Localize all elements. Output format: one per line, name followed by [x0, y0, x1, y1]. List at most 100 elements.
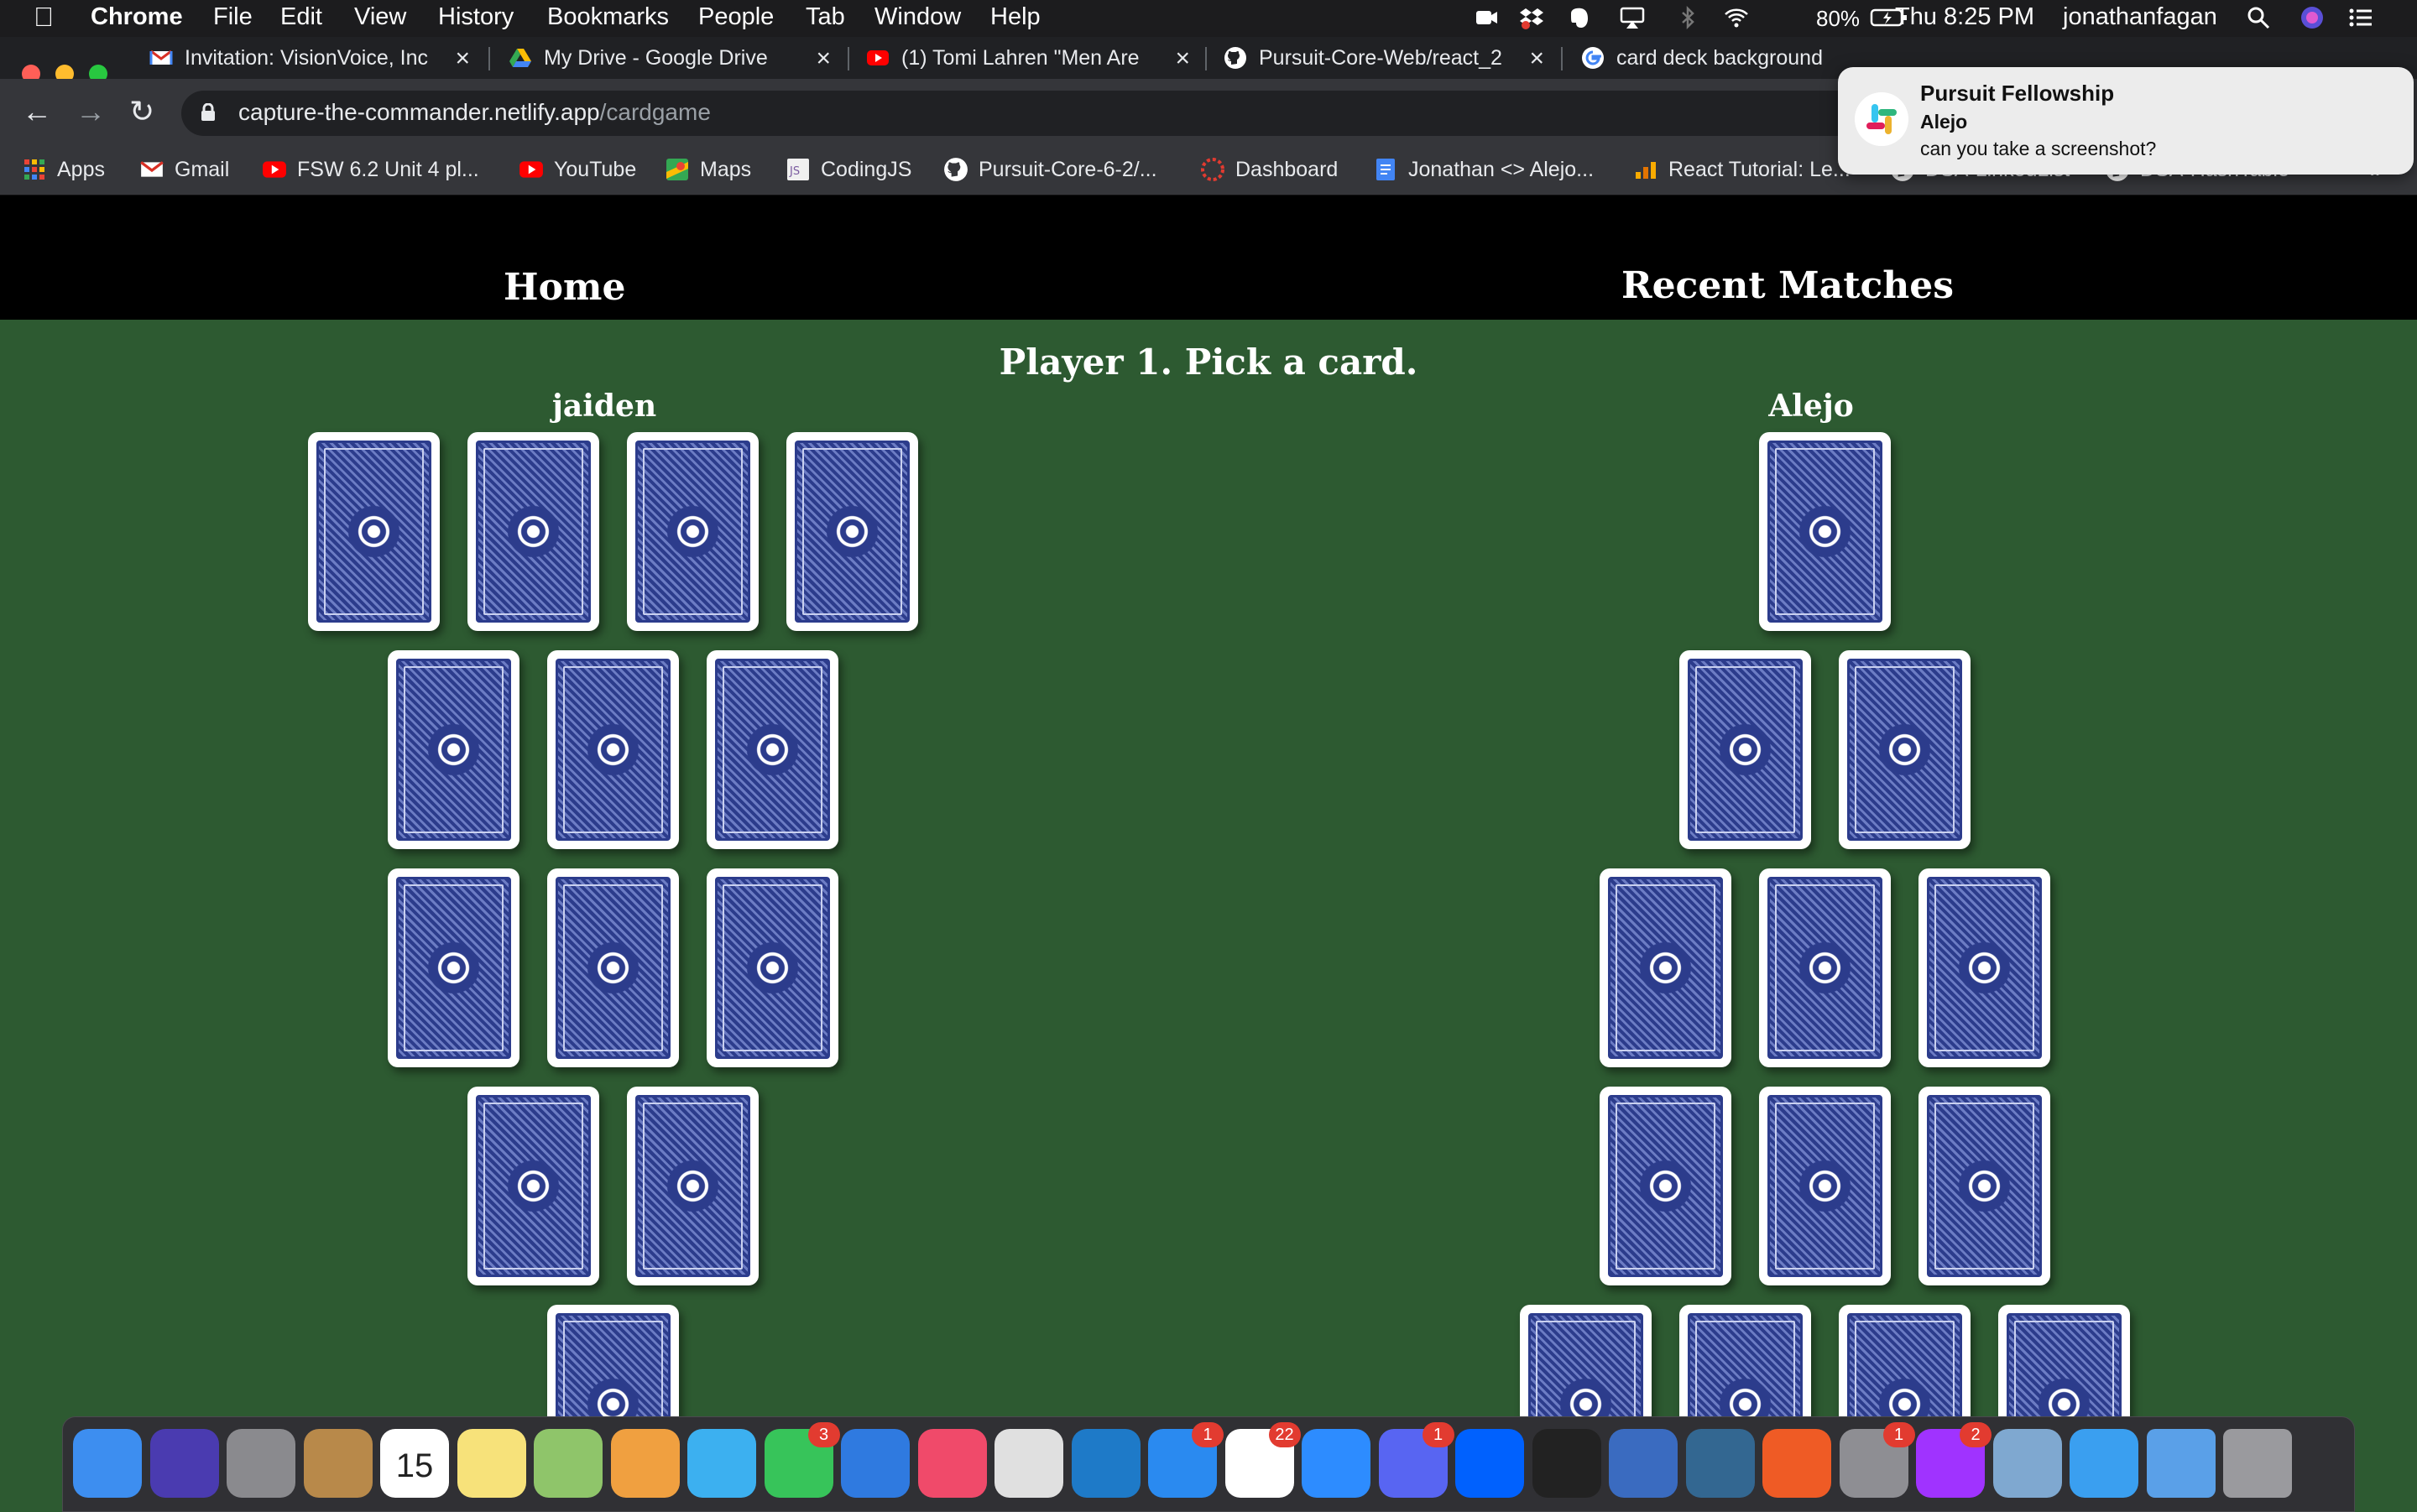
- dock-siri-icon[interactable]: [149, 1429, 219, 1498]
- bookmark-dashboard[interactable]: Dashboard: [1200, 154, 1338, 185]
- bluetooth-icon[interactable]: [1675, 5, 1700, 30]
- dock-facetime-icon[interactable]: 3: [764, 1422, 840, 1498]
- player-left-card[interactable]: [307, 432, 440, 631]
- menu-tab[interactable]: Tab: [806, 3, 845, 31]
- bookmark-react-tutorial[interactable]: React Tutorial: Le...: [1633, 154, 1851, 185]
- player-right-card[interactable]: [1838, 650, 1971, 849]
- close-tab-icon[interactable]: ×: [455, 44, 470, 73]
- bookmark-apps[interactable]: Apps: [22, 154, 105, 185]
- dock-finder-icon[interactable]: [73, 1429, 142, 1498]
- menu-history[interactable]: History: [438, 3, 514, 31]
- dock-discord-icon[interactable]: 1: [1378, 1422, 1454, 1498]
- notification-banner[interactable]: Pursuit Fellowship Alejo can you take a …: [1838, 67, 2414, 175]
- tab-google-search[interactable]: card deck background: [1581, 37, 1833, 79]
- menu-app-name[interactable]: Chrome: [91, 3, 183, 31]
- dock-contacts-icon[interactable]: [303, 1429, 373, 1498]
- tab-youtube[interactable]: (1) Tomi Lahren "Men Are ×: [866, 37, 1198, 79]
- player-left-card[interactable]: [546, 650, 679, 849]
- address-bar[interactable]: capture-the-commander.netlify.app/cardga…: [181, 91, 1860, 136]
- dock-messages-icon[interactable]: [687, 1429, 756, 1498]
- player-right-card[interactable]: [1758, 432, 1891, 631]
- apple-icon[interactable]: : [34, 2, 54, 33]
- dock-preview-icon[interactable]: [1992, 1429, 2062, 1498]
- forward-arrow-icon[interactable]: →: [76, 94, 106, 129]
- close-tab-icon[interactable]: ×: [816, 44, 831, 73]
- player-right-card[interactable]: [1918, 1087, 2050, 1285]
- dock-dropbox-icon[interactable]: [1455, 1429, 1524, 1498]
- dock-trash-icon[interactable]: [2223, 1429, 2292, 1498]
- notification-center-icon[interactable]: [2348, 5, 2373, 30]
- player-left-card[interactable]: [706, 868, 838, 1067]
- wifi-icon[interactable]: [1724, 5, 1749, 30]
- dock-maps-icon[interactable]: [534, 1429, 603, 1498]
- dock-postgres-icon[interactable]: [1685, 1429, 1755, 1498]
- reload-icon[interactable]: ↻: [129, 94, 154, 129]
- dock-vscode-icon[interactable]: [1071, 1429, 1141, 1498]
- url-text[interactable]: capture-the-commander.netlify.app/cardga…: [238, 99, 711, 126]
- player-left-card[interactable]: [626, 432, 759, 631]
- back-arrow-icon[interactable]: ←: [22, 94, 52, 129]
- dock-launchpad-icon[interactable]: [227, 1429, 295, 1498]
- nav-recent-matches-link[interactable]: Recent Matches: [1621, 264, 1954, 307]
- dock-calendar-icon[interactable]: 15: [380, 1429, 449, 1498]
- player-left-card[interactable]: [546, 868, 679, 1067]
- bookmark-fsw-unit4[interactable]: FSW 6.2 Unit 4 pl...: [262, 154, 479, 185]
- menu-window[interactable]: Window: [874, 3, 961, 31]
- nav-home-link[interactable]: Home: [504, 266, 625, 309]
- dock-messenger-icon[interactable]: 2: [1916, 1422, 1992, 1498]
- dock-zoom-icon[interactable]: [1302, 1429, 1370, 1498]
- dock-music-icon[interactable]: [917, 1429, 987, 1498]
- player-left-card[interactable]: [467, 432, 599, 631]
- spotlight-search-icon[interactable]: [2246, 5, 2271, 30]
- menu-view[interactable]: View: [354, 3, 406, 31]
- bookmark-maps[interactable]: Maps: [665, 154, 751, 185]
- tab-gmail[interactable]: Invitation: VisionVoice, Inc ×: [149, 37, 478, 79]
- player-right-card[interactable]: [1918, 868, 2050, 1067]
- close-tab-icon[interactable]: ×: [1529, 44, 1544, 73]
- clock[interactable]: Thu 8:25 PM: [1895, 3, 2034, 31]
- menu-edit[interactable]: Edit: [280, 3, 322, 31]
- player-left-card[interactable]: [387, 868, 519, 1067]
- dock-notes-icon[interactable]: [457, 1429, 526, 1498]
- dock-safari-icon[interactable]: [2070, 1429, 2138, 1498]
- dock-downloads-icon[interactable]: [2146, 1429, 2216, 1498]
- player-right-card[interactable]: [1758, 1087, 1891, 1285]
- menu-file[interactable]: File: [213, 3, 253, 31]
- dock-app-store-icon[interactable]: 1: [1148, 1422, 1224, 1498]
- close-tab-icon[interactable]: ×: [1175, 44, 1190, 73]
- player-right-card[interactable]: [1758, 868, 1891, 1067]
- lock-icon[interactable]: [200, 103, 217, 122]
- evernote-status-icon[interactable]: [1566, 5, 1591, 30]
- player-left-card[interactable]: [467, 1087, 599, 1285]
- player-right-card[interactable]: [1678, 650, 1811, 849]
- menu-help[interactable]: Help: [990, 3, 1041, 31]
- dock-tableplus-icon[interactable]: [1609, 1429, 1678, 1498]
- tab-google-drive[interactable]: My Drive - Google Drive ×: [509, 37, 839, 79]
- dock-photos-icon[interactable]: [610, 1429, 680, 1498]
- user-name[interactable]: jonathanfagan: [2063, 3, 2217, 31]
- dock-postman-icon[interactable]: [1762, 1429, 1831, 1498]
- dropbox-status-icon[interactable]: [1519, 5, 1544, 30]
- player-left-card[interactable]: [706, 650, 838, 849]
- dock-terminal-icon[interactable]: [1532, 1429, 1601, 1498]
- player-left-card[interactable]: [387, 650, 519, 849]
- dock-chrome-icon[interactable]: [994, 1429, 1063, 1498]
- bookmark-youtube[interactable]: YouTube: [519, 154, 636, 185]
- player-right-card[interactable]: [1599, 1087, 1731, 1285]
- bookmark-gmail[interactable]: Gmail: [139, 154, 229, 185]
- zoom-status-icon[interactable]: [1474, 5, 1499, 30]
- dock-slack-icon[interactable]: 22: [1224, 1422, 1301, 1498]
- player-left-card[interactable]: [626, 1087, 759, 1285]
- airplay-icon[interactable]: [1620, 5, 1645, 30]
- bookmark-jonathan-alejo[interactable]: Jonathan <> Alejo...: [1373, 154, 1594, 185]
- menu-people[interactable]: People: [698, 3, 774, 31]
- tab-github[interactable]: Pursuit-Core-Web/react_2 ×: [1224, 37, 1553, 79]
- menu-bookmarks[interactable]: Bookmarks: [547, 3, 669, 31]
- bookmark-pursuit-core[interactable]: Pursuit-Core-6-2/...: [943, 154, 1157, 185]
- dock-keynote-icon[interactable]: [841, 1429, 910, 1498]
- battery-percent[interactable]: 80%: [1816, 6, 1860, 32]
- player-right-card[interactable]: [1599, 868, 1731, 1067]
- dock-system-preferences-icon[interactable]: 1: [1839, 1422, 1915, 1498]
- bookmark-codingjs[interactable]: JS CodingJS: [786, 154, 911, 185]
- siri-icon[interactable]: [2300, 5, 2325, 30]
